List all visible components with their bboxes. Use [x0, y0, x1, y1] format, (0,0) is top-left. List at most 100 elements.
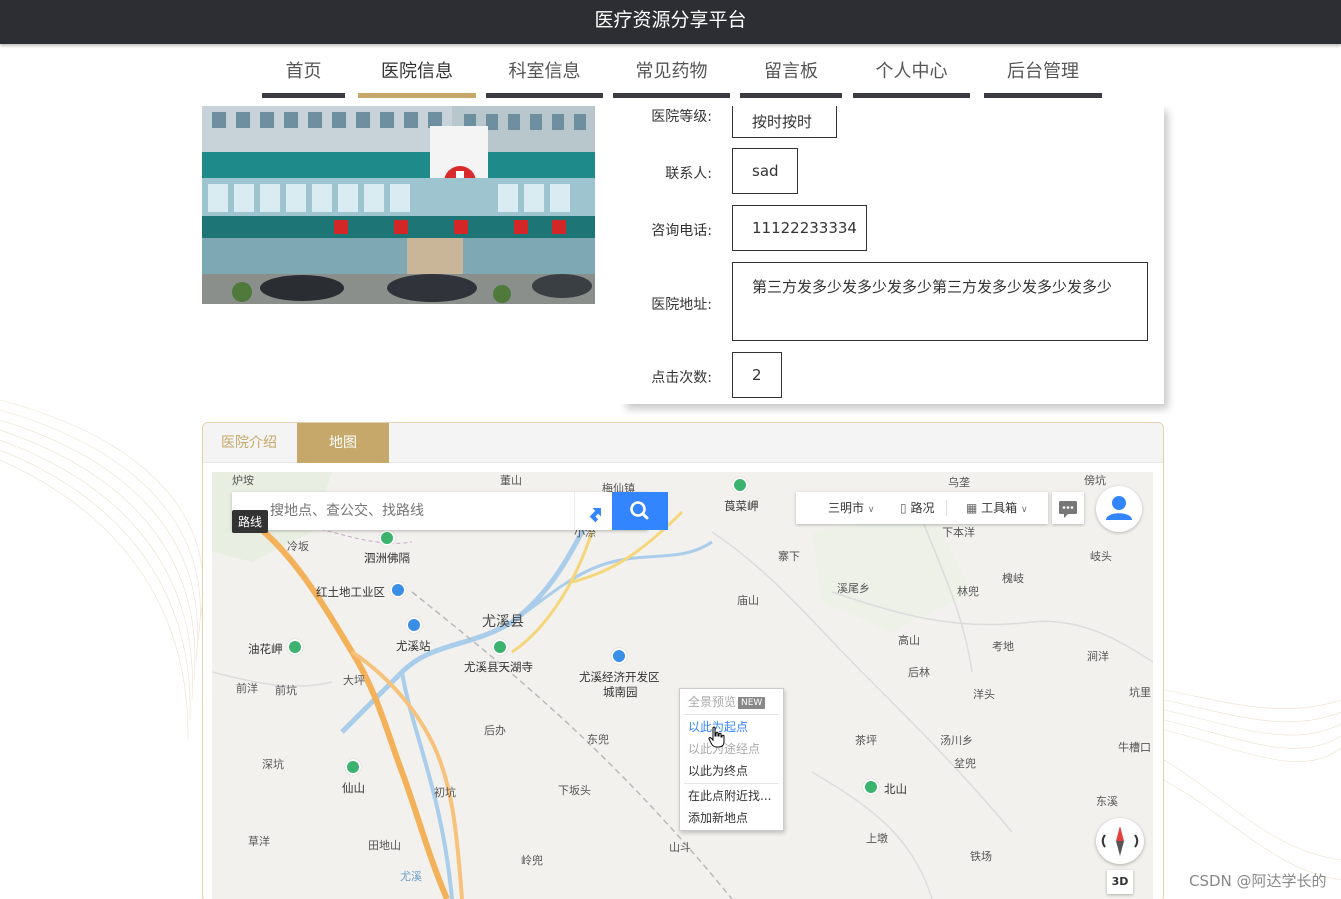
- map-search-input[interactable]: [232, 492, 572, 530]
- map-label-county: 尤溪县: [482, 614, 524, 630]
- contact-label: 联系人:: [665, 166, 712, 182]
- ctx-panorama[interactable]: 全景预览 NEW: [680, 691, 783, 713]
- nav-department-info[interactable]: 科室信息: [486, 44, 603, 98]
- chevron-down-icon: ∨: [867, 505, 875, 515]
- poi-pin-icon[interactable]: [492, 639, 508, 655]
- search-icon: [630, 501, 649, 520]
- traffic-light-icon: ▯: [900, 501, 907, 515]
- map-label: 林兜: [957, 585, 979, 598]
- nav-personal-center[interactable]: 个人中心: [853, 44, 970, 98]
- map-label: 溪尾乡: [837, 582, 870, 595]
- poi-pin-icon[interactable]: [611, 648, 627, 664]
- nav-admin[interactable]: 后台管理: [984, 44, 1102, 98]
- map-label: 上墩: [866, 832, 888, 845]
- map-context-menu: 全景预览 NEW 以此为起点 以此为途经点 以此为终点 在此点附近找... 添加新…: [679, 688, 784, 831]
- nav-message-board[interactable]: 留言板: [740, 44, 842, 98]
- grade-label: 医院等级:: [651, 109, 712, 125]
- poi-pin-icon[interactable]: [287, 639, 303, 655]
- map-label: 乌垄: [948, 476, 970, 489]
- map-label: 尤溪县天湖寺: [464, 660, 533, 674]
- app-title: 医疗资源分享平台: [594, 9, 747, 31]
- ctx-set-via[interactable]: 以此为途经点: [680, 738, 783, 760]
- tab-strip: 医院介绍 地图: [203, 423, 1163, 463]
- map-label: 尤溪站: [396, 639, 431, 653]
- city-name: 三明市: [828, 501, 865, 515]
- map-label: 坌兜: [954, 757, 976, 770]
- map-label: 莨菜岬: [724, 499, 759, 513]
- poi-pin-icon[interactable]: [379, 530, 395, 546]
- map-label: 大坪: [343, 674, 365, 687]
- poi-pin-icon[interactable]: [732, 477, 748, 493]
- traffic-label: 路况: [910, 501, 935, 515]
- user-avatar-button[interactable]: [1096, 486, 1142, 532]
- app-header: 医疗资源分享平台: [0, 0, 1341, 44]
- ctx-separator: [684, 714, 779, 715]
- ctx-panorama-label: 全景预览: [688, 695, 737, 709]
- ctx-set-start[interactable]: 以此为起点: [680, 716, 783, 738]
- clicks-value: 2: [732, 352, 782, 398]
- tab-hospital-intro[interactable]: 医院介绍: [203, 423, 295, 463]
- map-label: 前坑: [275, 684, 297, 697]
- map-label: 红土地工业区: [316, 585, 385, 599]
- map-label: 下坂头: [558, 784, 591, 797]
- map-view[interactable]: 尤溪县 泗洲佛隔 红土地工业区 尤溪站 尤溪县天湖寺 尤溪经济开发区 城南园 油…: [212, 472, 1153, 899]
- map-toolbar: 三明市 ∨ ▯ 路况 ▦ 工具箱 ∨: [796, 492, 1048, 524]
- chevron-down-icon: ∨: [1021, 505, 1028, 515]
- map-search-box: [232, 492, 668, 530]
- ctx-set-end[interactable]: 以此为终点: [680, 760, 783, 782]
- 3d-toggle-button[interactable]: 3D: [1107, 870, 1133, 894]
- map-label: 槐岐: [1002, 572, 1024, 585]
- clicks-label: 点击次数:: [651, 370, 712, 386]
- map-label: 坑里: [1129, 686, 1151, 699]
- toolbox-button[interactable]: ▦ 工具箱 ∨: [966, 492, 1028, 524]
- nav-home[interactable]: 首页: [262, 44, 345, 98]
- poi-pin-icon[interactable]: [406, 617, 422, 633]
- map-label: 考地: [992, 640, 1014, 653]
- compass-icon: [1101, 826, 1139, 856]
- map-label: 寨下: [778, 550, 800, 563]
- map-label: 草洋: [248, 835, 270, 848]
- nav-common-drugs[interactable]: 常见药物: [613, 44, 730, 98]
- message-button[interactable]: [1052, 492, 1084, 524]
- ctx-search-nearby[interactable]: 在此点附近找...: [680, 785, 783, 807]
- ctx-separator: [684, 783, 779, 784]
- map-label: 尤溪经济开发区: [579, 670, 660, 684]
- map-label: 田地山: [368, 839, 401, 852]
- map-label: 泗洲佛隔: [364, 551, 410, 565]
- toolbar-divider: [946, 500, 947, 516]
- ctx-add-place[interactable]: 添加新地点: [680, 807, 783, 829]
- map-label: 山斗: [669, 841, 691, 854]
- compass-control[interactable]: [1096, 818, 1144, 864]
- map-label: 下本洋: [942, 526, 975, 539]
- main-nav: 首页 医院信息 科室信息 常见药物 留言板 个人中心 后台管理: [0, 44, 1341, 106]
- map-label: 冷坂: [287, 540, 309, 553]
- map-label: 涧洋: [1087, 650, 1109, 663]
- contact-value: sad: [732, 148, 798, 194]
- map-label: 牛槽口: [1118, 741, 1151, 754]
- map-label: 炉垵: [232, 474, 254, 487]
- chat-bubble-icon: [1059, 501, 1077, 518]
- map-label: 董山: [500, 474, 522, 487]
- phone-label: 咨询电话:: [651, 223, 712, 239]
- map-label: 后林: [908, 666, 930, 679]
- map-search-button[interactable]: [612, 492, 668, 530]
- map-label: 汤川乡: [940, 734, 973, 747]
- map-label: 茶坪: [855, 734, 877, 747]
- user-icon: [1106, 496, 1132, 520]
- tab-map[interactable]: 地图: [297, 423, 389, 463]
- traffic-button[interactable]: ▯ 路况: [900, 492, 934, 524]
- nav-hospital-info[interactable]: 医院信息: [358, 44, 476, 98]
- route-arrow-icon: [589, 508, 601, 523]
- route-button[interactable]: [574, 492, 612, 530]
- address-label: 医院地址:: [651, 297, 712, 313]
- map-label: 东兜: [587, 733, 609, 746]
- map-label: 庙山: [737, 594, 759, 607]
- poi-pin-icon[interactable]: [863, 779, 879, 795]
- hospital-photo: [202, 106, 595, 304]
- map-label: 初坑: [434, 786, 456, 799]
- poi-pin-icon[interactable]: [345, 759, 361, 775]
- poi-pin-icon[interactable]: [390, 582, 406, 598]
- city-selector[interactable]: 三明市 ∨: [828, 492, 874, 524]
- map-label: 洋头: [973, 688, 995, 701]
- map-label: 东溪: [1096, 795, 1118, 808]
